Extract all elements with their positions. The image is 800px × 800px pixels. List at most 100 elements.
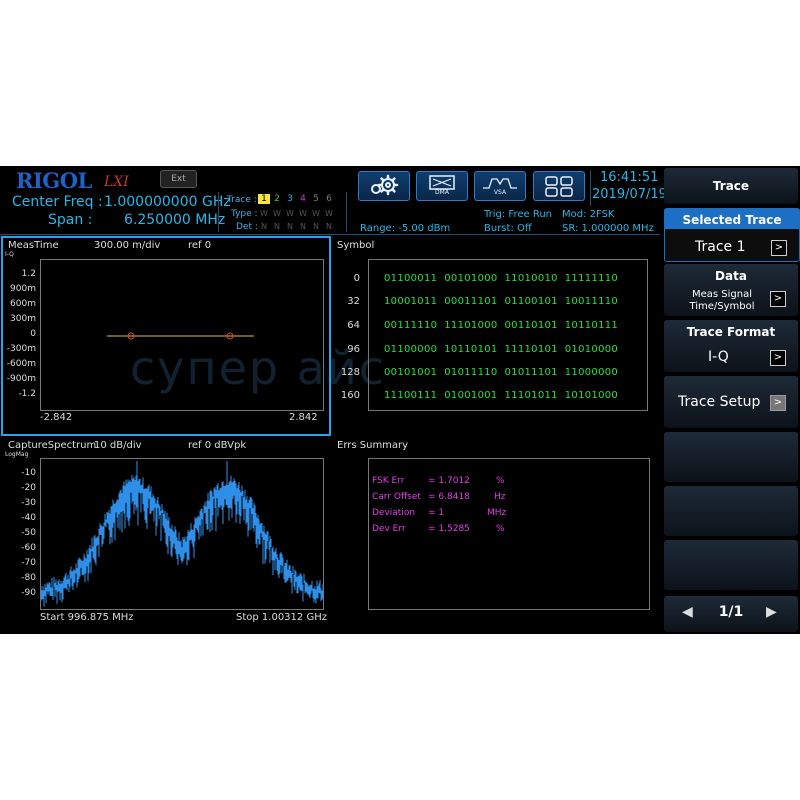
header-separator: [590, 170, 591, 206]
spectrum-ytick: -50: [21, 528, 36, 538]
spectrum-trace: [40, 461, 324, 607]
iq-x-left: -2.842: [40, 412, 73, 423]
trace-1-type: W: [260, 209, 268, 218]
err-value: = 1: [428, 508, 445, 518]
menu-title-key: Trace: [664, 168, 798, 204]
trace-setup-softkey[interactable]: Trace Setup >: [664, 376, 798, 428]
spectrum-start: Start 996.875 MHz: [40, 612, 134, 623]
iq-ytick: -600m: [6, 359, 36, 369]
spectrum-ytick: -10: [21, 468, 36, 478]
data-value-line1: Meas Signal: [691, 289, 752, 300]
trace-5-indicator[interactable]: 5: [310, 194, 322, 204]
symbol-row-index: 64: [347, 320, 360, 331]
spectrum-scale: 10 dB/div: [94, 440, 142, 451]
errs-table-area: [368, 458, 650, 610]
trace-4-type: W: [299, 209, 307, 218]
trace-1-det: N: [261, 222, 267, 231]
trace-2-det: N: [274, 222, 280, 231]
err-label: Carr Offset: [372, 492, 421, 502]
spectrum-ytick: -60: [21, 543, 36, 553]
iq-ytick: 300m: [10, 314, 36, 324]
trace-6-det: N: [326, 222, 332, 231]
iq-ytick: 1.2: [21, 269, 36, 279]
dma-label: DMA: [435, 189, 449, 196]
empty-softkey[interactable]: [664, 540, 798, 590]
errs-title: Errs Summary: [337, 440, 409, 451]
symbol-rate-info: SR: 1.000000 MHz: [562, 223, 654, 234]
selected-trace-softkey[interactable]: Selected Trace Trace 1 >: [664, 208, 800, 262]
spectrum-ref: ref 0 dBVpk: [188, 440, 247, 451]
iq-ytick: -1.2: [18, 389, 36, 399]
trace-setup-label: Trace Setup: [678, 394, 761, 410]
chevron-right-icon: >: [771, 240, 787, 256]
trace-3-type: W: [286, 209, 294, 218]
spectrum-stop: Stop 1.00312 GHz: [236, 612, 327, 623]
trace-5-det: N: [313, 222, 319, 231]
trace-status-label: Trace :: [227, 195, 257, 205]
empty-softkey[interactable]: [664, 432, 798, 482]
meas-time-ref: ref 0: [188, 240, 212, 251]
iq-plot-svg: [107, 332, 254, 340]
trace-6-type: W: [325, 209, 333, 218]
symbol-row-bits: 00111110 11101000 00110101 10110111: [384, 320, 619, 331]
symbol-row-index: 32: [347, 296, 360, 307]
trace-format-softkey[interactable]: Trace Format I-Q >: [664, 320, 798, 372]
trace-3-det: N: [287, 222, 293, 231]
vsa-mode-button[interactable]: VSA: [474, 171, 526, 201]
symbol-row-bits: 01100000 10110101 11110101 01010000: [384, 344, 619, 355]
span-value[interactable]: 6.250000 MHz: [124, 212, 225, 228]
data-softkey[interactable]: Data Meas Signal Time/Symbol >: [664, 264, 798, 316]
spectrum-ytick: -80: [21, 573, 36, 583]
center-freq-value[interactable]: 1.000000000 GHz: [104, 194, 231, 210]
menu-title: Trace: [712, 179, 750, 193]
page-prev-icon[interactable]: ◀: [682, 604, 693, 620]
spectrum-ytick: -30: [21, 498, 36, 508]
ext-button[interactable]: Ext: [160, 170, 197, 188]
header-separator: [346, 192, 347, 232]
meas-time-scale: 300.00 m/div: [94, 240, 161, 251]
selected-trace-value: Trace 1: [695, 239, 746, 255]
symbol-row-index: 96: [347, 344, 360, 355]
trace-3-indicator[interactable]: 3: [284, 194, 296, 204]
spectrum-subtitle: LogMag: [5, 451, 29, 458]
header-separator: [218, 192, 219, 232]
empty-softkey[interactable]: [664, 486, 798, 536]
trace-4-det: N: [300, 222, 306, 231]
symbol-row-bits: 10001011 00011101 01100101 10011110: [384, 296, 619, 307]
selected-trace-title: Selected Trace: [682, 213, 782, 227]
iq-ytick: 0: [30, 329, 36, 339]
symbol-row-index: 0: [353, 273, 360, 284]
trace-1-indicator[interactable]: 1: [258, 194, 270, 204]
clock-date: 2019/07/19: [592, 187, 667, 202]
grid-icon: [545, 176, 573, 197]
symbol-row-index: 128: [340, 367, 360, 378]
chevron-right-icon: >: [770, 291, 786, 307]
settings-icon: [371, 174, 399, 196]
iq-x-right: 2.842: [289, 412, 318, 423]
iq-ytick: 900m: [10, 284, 36, 294]
trace-2-indicator[interactable]: 2: [271, 194, 283, 204]
trace-4-indicator[interactable]: 4: [297, 194, 309, 204]
iq-plot-area[interactable]: [40, 259, 324, 411]
range-info: Range: -5.00 dBm: [360, 223, 451, 234]
chevron-right-icon: >: [770, 395, 786, 411]
center-freq-label: Center Freq :: [12, 194, 103, 210]
header-divider: [0, 234, 660, 235]
mod-info: Mod: 2FSK: [562, 209, 615, 220]
trace-5-type: W: [312, 209, 320, 218]
settings-mode-button[interactable]: [358, 171, 410, 201]
meas-time-title: MeasTime: [8, 240, 59, 251]
trace-6-indicator[interactable]: 6: [323, 194, 335, 204]
dma-mode-button[interactable]: DMA: [416, 171, 468, 201]
trace-2-type: W: [273, 209, 281, 218]
page-next-icon[interactable]: ▶: [766, 604, 777, 620]
rigol-logo: RIGOL: [16, 168, 92, 193]
analyzer-screen: RIGOL LXI Ext Center Freq : 1.000000000 …: [0, 166, 800, 634]
spectrum-plot-area[interactable]: [40, 458, 324, 610]
meas-time-subtitle: I-Q: [5, 251, 14, 258]
err-unit: %: [496, 476, 505, 486]
burst-info: Burst: Off: [484, 223, 532, 234]
layout-mode-button[interactable]: [533, 171, 585, 201]
symbol-row-bits: 00101001 01011110 01011101 11000000: [384, 367, 619, 378]
err-value: = 1.5285: [428, 524, 470, 534]
